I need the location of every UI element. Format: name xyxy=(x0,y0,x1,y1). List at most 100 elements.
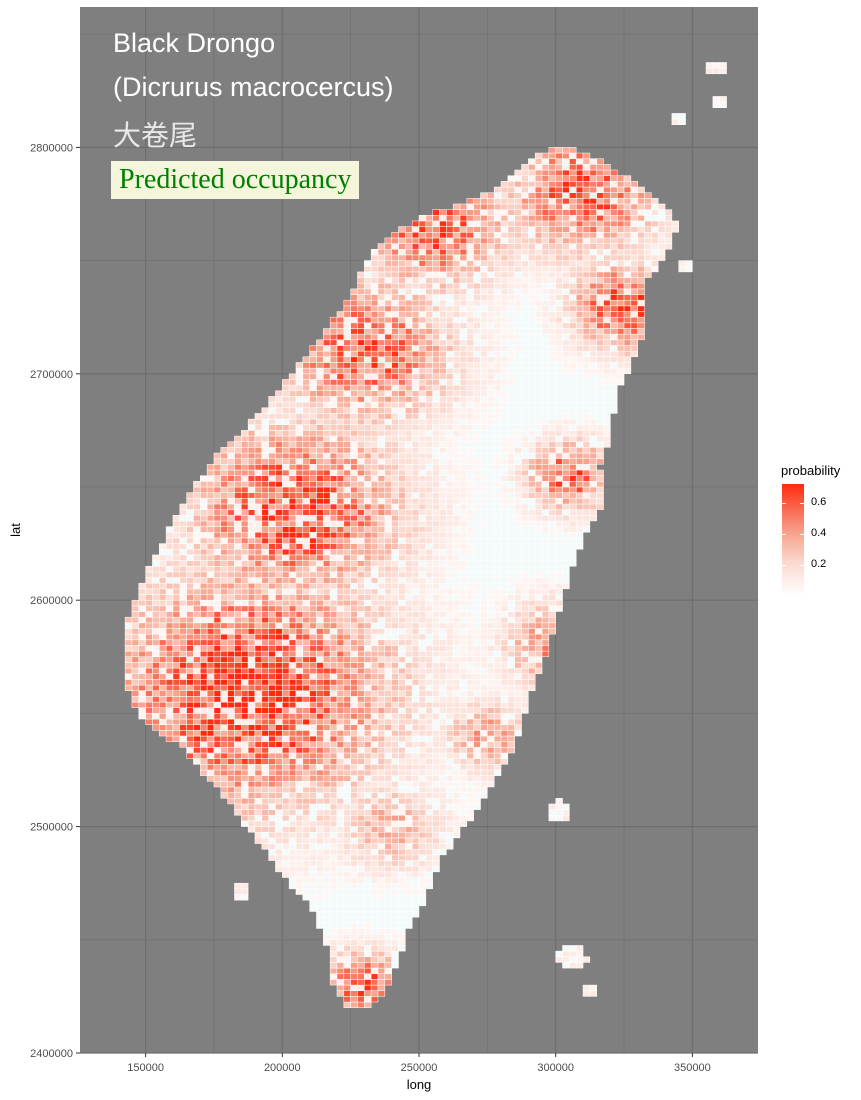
occupancy-cell xyxy=(452,282,461,290)
occupancy-cell xyxy=(364,843,372,850)
occupancy-cell xyxy=(405,860,413,867)
occupancy-cell xyxy=(186,492,194,499)
occupancy-cell xyxy=(473,345,481,352)
occupancy-cell xyxy=(370,747,379,754)
occupancy-cell xyxy=(466,775,474,782)
occupancy-cell xyxy=(473,492,481,499)
occupancy-cell xyxy=(405,458,413,465)
occupancy-cell xyxy=(343,888,351,895)
occupancy-cell xyxy=(473,650,481,658)
occupancy-cell xyxy=(425,430,433,437)
occupancy-cell xyxy=(466,769,474,776)
occupancy-cell xyxy=(186,735,194,742)
occupancy-cell xyxy=(459,339,468,346)
occupancy-cell xyxy=(466,328,474,335)
occupancy-cell xyxy=(206,628,215,635)
occupancy-cell xyxy=(275,713,283,720)
occupancy-cell xyxy=(377,735,386,742)
occupancy-cell xyxy=(275,481,283,488)
occupancy-cell xyxy=(295,662,304,669)
occupancy-cell xyxy=(459,413,468,420)
occupancy-cell xyxy=(459,628,468,635)
occupancy-cell xyxy=(487,718,495,725)
occupancy-cell xyxy=(452,537,461,544)
occupancy-cell xyxy=(425,243,433,250)
occupancy-cell xyxy=(398,452,406,459)
occupancy-cell xyxy=(336,560,345,567)
occupancy-cell xyxy=(234,724,242,731)
occupancy-cell xyxy=(425,390,433,397)
occupancy-cell xyxy=(398,781,406,788)
occupancy-cell xyxy=(405,662,413,669)
occupancy-cell xyxy=(500,537,509,544)
occupancy-cell xyxy=(329,690,338,697)
occupancy-cell xyxy=(493,305,502,312)
occupancy-cell xyxy=(302,837,310,844)
occupancy-cell xyxy=(370,396,379,403)
occupancy-cell xyxy=(452,809,461,816)
occupancy-cell xyxy=(391,786,399,793)
occupancy-cell xyxy=(411,826,420,833)
occupancy-cell xyxy=(473,582,481,590)
occupancy-cell xyxy=(145,639,153,646)
occupancy-cell xyxy=(261,650,269,658)
occupancy-cell xyxy=(446,815,454,822)
occupancy-cell xyxy=(446,826,454,833)
occupancy-cell xyxy=(268,639,276,646)
occupancy-cell xyxy=(295,781,304,788)
occupancy-cell xyxy=(391,815,399,822)
occupancy-cell xyxy=(439,798,447,805)
occupancy-cell xyxy=(336,498,345,505)
occupancy-cell xyxy=(336,430,345,437)
occupancy-cell xyxy=(370,888,379,895)
occupancy-cell xyxy=(227,758,235,765)
occupancy-cell xyxy=(391,475,399,482)
occupancy-cell xyxy=(234,662,242,669)
occupancy-cell xyxy=(179,605,187,612)
occupancy-cell xyxy=(227,594,235,601)
occupancy-cell xyxy=(411,565,420,573)
occupancy-cell xyxy=(425,271,433,278)
occupancy-cell xyxy=(186,577,194,584)
occupancy-cell xyxy=(200,713,208,720)
occupancy-cell xyxy=(302,826,310,833)
occupancy-cell xyxy=(261,792,269,799)
occupancy-cell xyxy=(350,667,358,675)
occupancy-cell xyxy=(241,548,249,556)
occupancy-cell xyxy=(241,492,249,499)
occupancy-cell xyxy=(364,362,372,369)
occupancy-cell xyxy=(418,605,427,612)
occupancy-cell xyxy=(350,288,358,295)
occupancy-cell xyxy=(370,407,379,414)
occupancy-cell xyxy=(493,260,502,267)
occupancy-cell xyxy=(432,435,440,442)
occupancy-cell xyxy=(323,543,331,550)
occupancy-cell xyxy=(200,633,208,641)
occupancy-cell xyxy=(186,622,194,629)
occupancy-cell xyxy=(398,571,406,578)
occupancy-cell xyxy=(473,520,481,527)
occupancy-cell xyxy=(446,724,454,731)
occupancy-cell xyxy=(384,271,392,278)
occupancy-cell xyxy=(261,820,269,827)
occupancy-cell xyxy=(268,656,276,663)
occupancy-cell xyxy=(159,560,167,567)
occupancy-cell xyxy=(364,962,372,969)
occupancy-cell xyxy=(350,639,358,646)
occupancy-cell xyxy=(261,741,269,748)
occupancy-cell xyxy=(487,515,495,522)
occupancy-cell xyxy=(411,843,420,850)
occupancy-cell xyxy=(439,430,447,437)
occupancy-cell xyxy=(384,820,392,827)
occupancy-cell xyxy=(370,328,379,335)
occupancy-cell xyxy=(302,662,310,669)
occupancy-cell xyxy=(357,956,365,963)
occupancy-cell xyxy=(323,384,331,392)
occupancy-cell xyxy=(432,209,440,216)
occupancy-cell xyxy=(473,548,481,556)
occupancy-cell xyxy=(336,803,345,810)
occupancy-cell xyxy=(452,741,461,748)
occupancy-cell xyxy=(268,662,276,669)
occupancy-cell xyxy=(439,679,447,686)
occupancy-cell xyxy=(323,594,331,601)
